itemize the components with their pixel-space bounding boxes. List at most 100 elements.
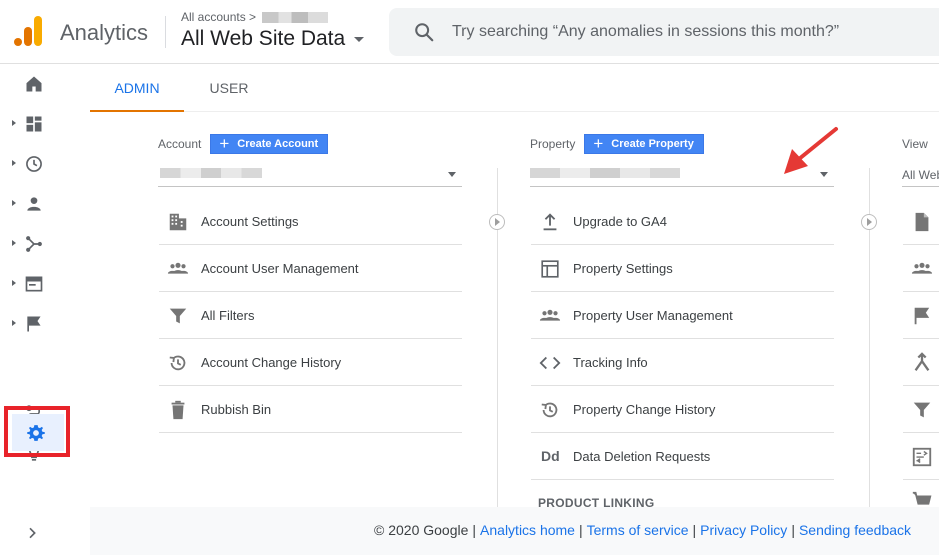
menu-tracking-info[interactable]: Tracking Info bbox=[531, 339, 834, 386]
upload-icon bbox=[543, 213, 557, 231]
nav-acquisition[interactable] bbox=[0, 224, 68, 264]
menu-channel-settings[interactable] bbox=[903, 433, 939, 480]
nav-realtime[interactable] bbox=[0, 144, 68, 184]
menu-all-filters[interactable]: All Filters bbox=[159, 292, 462, 339]
layout-icon bbox=[541, 260, 559, 278]
redacted-account-selection bbox=[160, 168, 262, 178]
nav-conversions[interactable] bbox=[0, 304, 68, 344]
menu-property-user-management[interactable]: Property User Management bbox=[531, 292, 834, 339]
menu-property-settings[interactable]: Property Settings bbox=[531, 245, 834, 292]
menu-label: Account Settings bbox=[201, 214, 299, 229]
caret-down-icon bbox=[354, 36, 365, 42]
expand-arrow-icon bbox=[12, 240, 16, 246]
tab-admin[interactable]: ADMIN bbox=[90, 64, 184, 112]
view-selector[interactable]: All Web Site Data bbox=[181, 27, 365, 51]
dashboard-icon bbox=[26, 116, 42, 132]
menu-content-grouping[interactable] bbox=[903, 339, 939, 386]
menu-view-user-management[interactable] bbox=[903, 245, 939, 292]
nav-admin[interactable] bbox=[12, 414, 64, 451]
connector-arrow-icon bbox=[861, 214, 877, 230]
footer-link-analytics-home[interactable]: Analytics home bbox=[480, 522, 575, 538]
header-divider bbox=[165, 16, 166, 48]
expand-arrow-icon bbox=[12, 160, 16, 166]
menu-data-deletion-requests[interactable]: Dd Data Deletion Requests bbox=[531, 433, 834, 480]
property-menu: Upgrade to GA4 Property Settings Propert… bbox=[531, 198, 834, 480]
redacted-property-selection bbox=[530, 168, 680, 178]
search-box[interactable] bbox=[389, 8, 939, 56]
top-header: Analytics All accounts > All Web Site Da… bbox=[0, 0, 939, 64]
chevron-right-icon[interactable] bbox=[24, 525, 40, 541]
create-account-label: Create Account bbox=[237, 138, 319, 150]
analytics-admin-page: Analytics All accounts > All Web Site Da… bbox=[0, 0, 939, 555]
menu-upgrade-ga4[interactable]: Upgrade to GA4 bbox=[531, 198, 834, 245]
footer-link-terms[interactable]: Terms of service bbox=[587, 522, 689, 538]
filter-icon bbox=[913, 402, 931, 418]
menu-property-change-history[interactable]: Property Change History bbox=[531, 386, 834, 433]
people-icon bbox=[167, 262, 189, 274]
expand-arrow-icon bbox=[12, 200, 16, 206]
create-property-label: Create Property bbox=[611, 138, 694, 150]
analytics-logo[interactable] bbox=[14, 16, 44, 48]
merge-icon bbox=[914, 352, 930, 371]
account-label: Account bbox=[158, 137, 202, 151]
breadcrumb-all-accounts[interactable]: All accounts > bbox=[181, 10, 256, 24]
clock-icon bbox=[26, 156, 42, 172]
nav-audience[interactable] bbox=[0, 184, 68, 224]
dd-icon: Dd bbox=[541, 448, 560, 464]
admin-main: ADMIN USER Account + Create Account Acco… bbox=[90, 64, 939, 510]
person-icon bbox=[27, 197, 41, 211]
menu-label: Upgrade to GA4 bbox=[573, 214, 667, 229]
acquisition-icon bbox=[26, 236, 42, 252]
create-property-button[interactable]: + Create Property bbox=[584, 134, 704, 154]
tab-user[interactable]: USER bbox=[184, 64, 274, 112]
app-name: Analytics bbox=[60, 20, 149, 45]
menu-label: Rubbish Bin bbox=[201, 402, 272, 417]
plus-icon: + bbox=[593, 134, 604, 153]
footer-link-privacy[interactable]: Privacy Policy bbox=[700, 522, 787, 538]
menu-account-user-management[interactable]: Account User Management bbox=[159, 245, 462, 292]
expand-arrow-icon bbox=[12, 280, 16, 286]
view-label: View bbox=[902, 137, 928, 151]
create-account-button[interactable]: + Create Account bbox=[210, 134, 329, 154]
menu-rubbish-bin[interactable]: Rubbish Bin bbox=[159, 386, 462, 433]
plus-icon: + bbox=[219, 134, 230, 153]
building-icon bbox=[169, 213, 187, 231]
nav-customisation[interactable] bbox=[0, 104, 68, 144]
account-column-header: Account + Create Account bbox=[158, 134, 329, 154]
annotation-arrow-icon bbox=[784, 127, 838, 174]
footer-link-feedback[interactable]: Sending feedback bbox=[799, 522, 911, 538]
code-icon bbox=[539, 356, 561, 370]
trash-icon bbox=[171, 400, 185, 420]
menu-label: Property User Management bbox=[573, 308, 733, 323]
menu-account-settings[interactable]: Account Settings bbox=[159, 198, 462, 245]
breadcrumb[interactable]: All accounts > bbox=[181, 10, 329, 24]
footer-links: © 2020 Google | Analytics home | Terms of se… bbox=[374, 522, 912, 538]
view-column-selector[interactable]: All Web bbox=[902, 164, 939, 187]
nav-behaviour[interactable] bbox=[0, 264, 68, 304]
caret-down-icon bbox=[448, 172, 456, 177]
redacted-account-name bbox=[262, 11, 329, 23]
flag-icon bbox=[27, 316, 41, 332]
people-icon bbox=[539, 309, 561, 321]
menu-view-filters[interactable] bbox=[903, 386, 939, 433]
menu-goals[interactable] bbox=[903, 292, 939, 339]
menu-view-settings[interactable] bbox=[903, 198, 939, 245]
menu-account-change-history[interactable]: Account Change History bbox=[159, 339, 462, 386]
property-label: Property bbox=[530, 137, 576, 151]
menu-label: All Filters bbox=[201, 308, 255, 323]
account-selector[interactable] bbox=[158, 164, 462, 187]
view-selector-label: All Web Site Data bbox=[181, 27, 346, 50]
footer-copyright: © 2020 Google bbox=[374, 522, 469, 538]
people-icon bbox=[911, 262, 933, 274]
search-icon bbox=[415, 23, 434, 42]
document-icon bbox=[915, 212, 929, 232]
menu-ecommerce-settings[interactable] bbox=[903, 480, 939, 505]
history-icon bbox=[169, 355, 186, 371]
property-column-header: Property + Create Property bbox=[530, 134, 704, 154]
menu-label: Account Change History bbox=[201, 355, 342, 370]
menu-label: Property Change History bbox=[573, 402, 716, 417]
search-input[interactable] bbox=[452, 21, 932, 43]
connector-arrow-icon bbox=[489, 214, 505, 230]
nav-home[interactable] bbox=[0, 64, 68, 104]
history-icon bbox=[541, 402, 558, 418]
